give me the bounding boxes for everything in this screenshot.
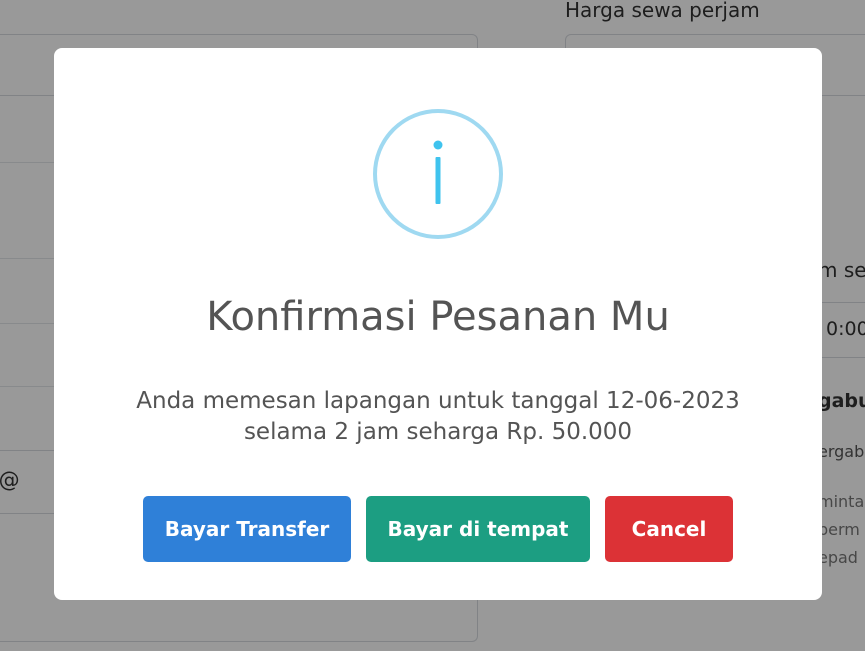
cancel-button[interactable]: Cancel bbox=[605, 496, 733, 562]
pay-transfer-button[interactable]: Bayar Transfer bbox=[143, 496, 351, 562]
info-icon bbox=[373, 109, 503, 239]
dialog-message: Anda memesan lapangan untuk tanggal 12-0… bbox=[94, 386, 782, 448]
dialog-message-line: selama 2 jam seharga Rp. 50.000 bbox=[243, 419, 633, 445]
booking-page: ay4@ Harga sewa perjam m se 0:00 gabu er… bbox=[0, 0, 865, 651]
confirmation-dialog: Konfirmasi Pesanan Mu Anda memesan lapan… bbox=[54, 48, 822, 600]
dialog-title: Konfirmasi Pesanan Mu bbox=[206, 294, 670, 340]
pay-on-site-button[interactable]: Bayar di tempat bbox=[366, 496, 590, 562]
dialog-message-line: Anda memesan lapangan untuk tanggal 12-0… bbox=[136, 388, 740, 414]
